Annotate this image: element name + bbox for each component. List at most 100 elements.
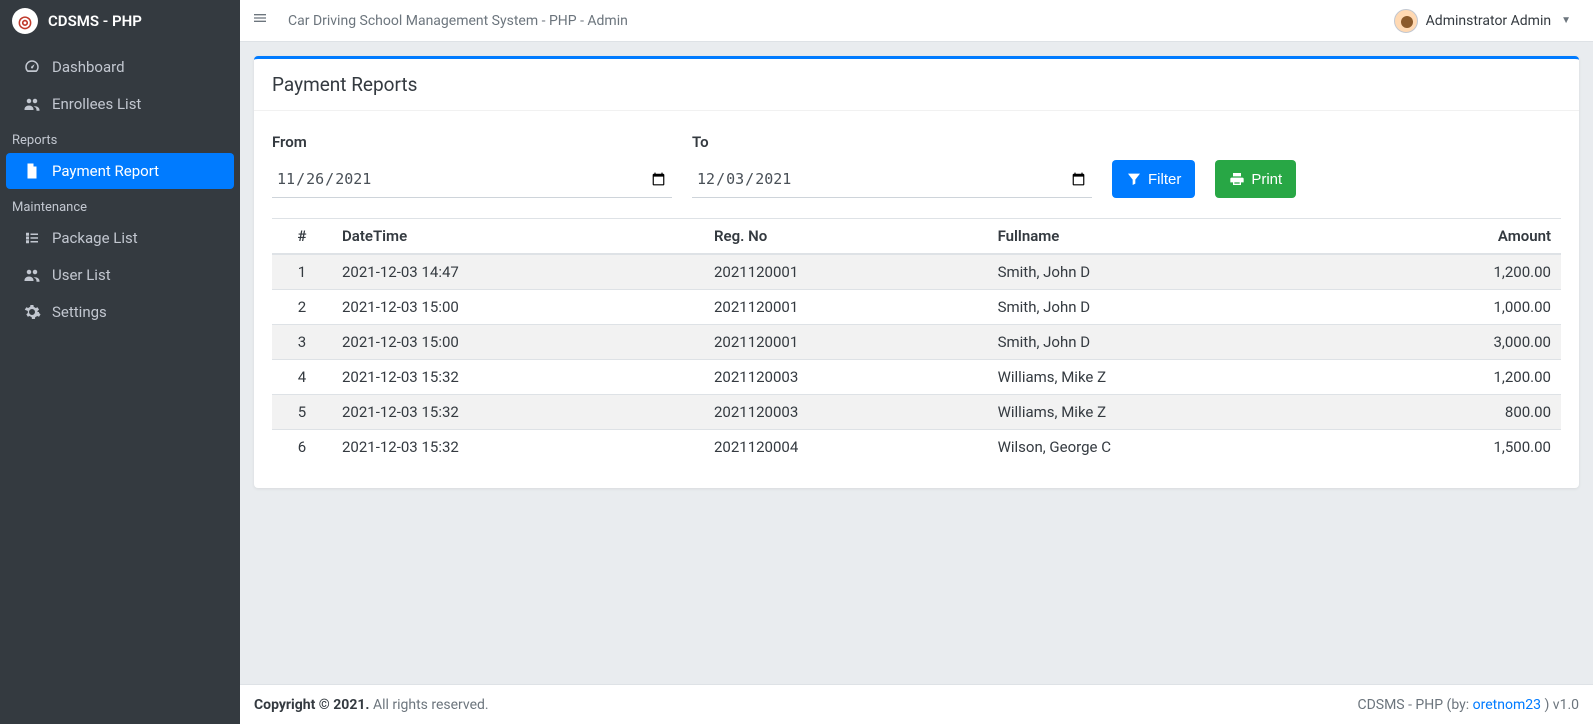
cell-num: 6 <box>272 430 332 465</box>
cell-fullname: Smith, John D <box>988 254 1351 290</box>
th-datetime: DateTime <box>332 219 704 255</box>
sidebar-item-dashboard[interactable]: Dashboard <box>6 49 234 85</box>
th-fullname: Fullname <box>988 219 1351 255</box>
cell-amount: 800.00 <box>1350 395 1561 430</box>
brand-name: CDSMS - PHP <box>48 12 142 30</box>
bars-icon <box>252 10 268 26</box>
topbar-title: Car Driving School Management System - P… <box>288 13 628 29</box>
cell-num: 5 <box>272 395 332 430</box>
filter-button[interactable]: Filter <box>1112 160 1195 198</box>
sidebar-item-enrollees[interactable]: Enrollees List <box>6 86 234 122</box>
to-label: To <box>692 133 1092 151</box>
from-group: From <box>272 133 672 198</box>
card-payment-reports: Payment Reports From To Filter Print <box>254 56 1579 488</box>
sidebar-item-payment-report[interactable]: Payment Report <box>6 153 234 189</box>
list-icon <box>20 229 44 247</box>
users-icon <box>20 95 44 113</box>
sidebar-item-package-list[interactable]: Package List <box>6 220 234 256</box>
footer-right-prefix: CDSMS - PHP (by: <box>1357 697 1472 713</box>
cell-num: 2 <box>272 290 332 325</box>
cell-regno: 2021120003 <box>704 395 988 430</box>
cell-num: 4 <box>272 360 332 395</box>
sidebar-item-settings[interactable]: Settings <box>6 294 234 330</box>
th-amount: Amount <box>1350 219 1561 255</box>
sidebar-nav: Dashboard Enrollees List Reports Payment… <box>0 42 240 331</box>
table-row: 52021-12-03 15:322021120003Williams, Mik… <box>272 395 1561 430</box>
cell-amount: 1,500.00 <box>1350 430 1561 465</box>
sidebar-item-user-list[interactable]: User List <box>6 257 234 293</box>
sidebar-toggle-button[interactable] <box>252 10 268 31</box>
cell-amount: 1,000.00 <box>1350 290 1561 325</box>
cell-datetime: 2021-12-03 14:47 <box>332 254 704 290</box>
cell-datetime: 2021-12-03 15:32 <box>332 360 704 395</box>
cell-num: 3 <box>272 325 332 360</box>
sidebar: ◎ CDSMS - PHP Dashboard Enrollees List R… <box>0 0 240 724</box>
cell-num: 1 <box>272 254 332 290</box>
filter-row: From To Filter Print <box>272 121 1561 206</box>
table-row: 62021-12-03 15:322021120004Wilson, Georg… <box>272 430 1561 465</box>
from-date-input[interactable] <box>272 161 672 198</box>
print-button[interactable]: Print <box>1215 160 1296 198</box>
user-menu[interactable]: Adminstrator Admin ▼ <box>1394 9 1571 33</box>
to-group: To <box>692 133 1092 198</box>
filter-button-label: Filter <box>1148 171 1181 188</box>
footer-copyright: Copyright © 2021. All rights reserved. <box>254 697 489 713</box>
print-button-label: Print <box>1251 171 1282 188</box>
payments-table: # DateTime Reg. No Fullname Amount 12021… <box>272 218 1561 464</box>
topbar: Car Driving School Management System - P… <box>240 0 1593 42</box>
file-icon <box>20 162 44 180</box>
sidebar-item-label: Package List <box>52 229 138 247</box>
sidebar-item-label: Dashboard <box>52 58 125 76</box>
footer-version: CDSMS - PHP (by: oretnom23 ) v1.0 <box>1357 697 1579 713</box>
table-row: 32021-12-03 15:002021120001Smith, John D… <box>272 325 1561 360</box>
cell-regno: 2021120001 <box>704 290 988 325</box>
users-cog-icon <box>20 266 44 284</box>
cell-datetime: 2021-12-03 15:32 <box>332 430 704 465</box>
brand[interactable]: ◎ CDSMS - PHP <box>0 0 240 42</box>
table-row: 22021-12-03 15:002021120001Smith, John D… <box>272 290 1561 325</box>
filter-icon <box>1126 171 1142 187</box>
cell-fullname: Smith, John D <box>988 290 1351 325</box>
user-name: Adminstrator Admin <box>1426 13 1551 29</box>
cell-fullname: Williams, Mike Z <box>988 360 1351 395</box>
cell-regno: 2021120003 <box>704 360 988 395</box>
th-num: # <box>272 219 332 255</box>
table-header-row: # DateTime Reg. No Fullname Amount <box>272 219 1561 255</box>
cell-amount: 3,000.00 <box>1350 325 1561 360</box>
cell-fullname: Williams, Mike Z <box>988 395 1351 430</box>
avatar-icon <box>1394 9 1418 33</box>
sidebar-item-label: Settings <box>52 303 107 321</box>
from-label: From <box>272 133 672 151</box>
cell-datetime: 2021-12-03 15:00 <box>332 290 704 325</box>
table-row: 12021-12-03 14:472021120001Smith, John D… <box>272 254 1561 290</box>
sidebar-section-reports: Reports <box>0 123 240 152</box>
content: Payment Reports From To Filter Print <box>240 42 1593 684</box>
tachometer-icon <box>20 58 44 76</box>
footer-author-link[interactable]: oretnom23 <box>1473 697 1541 713</box>
caret-down-icon: ▼ <box>1561 15 1571 26</box>
cell-fullname: Smith, John D <box>988 325 1351 360</box>
cell-regno: 2021120001 <box>704 325 988 360</box>
table-row: 42021-12-03 15:322021120003Williams, Mik… <box>272 360 1561 395</box>
to-date-input[interactable] <box>692 161 1092 198</box>
brand-logo-icon: ◎ <box>12 8 38 34</box>
cell-regno: 2021120004 <box>704 430 988 465</box>
footer-copyright-rest: All rights reserved. <box>369 697 488 713</box>
sidebar-item-label: Enrollees List <box>52 95 141 113</box>
cell-amount: 1,200.00 <box>1350 254 1561 290</box>
print-icon <box>1229 171 1245 187</box>
cell-datetime: 2021-12-03 15:32 <box>332 395 704 430</box>
th-regno: Reg. No <box>704 219 988 255</box>
sidebar-item-label: User List <box>52 266 111 284</box>
footer-copyright-bold: Copyright © 2021. <box>254 697 369 713</box>
cell-amount: 1,200.00 <box>1350 360 1561 395</box>
footer: Copyright © 2021. All rights reserved. C… <box>240 684 1593 724</box>
sidebar-section-maintenance: Maintenance <box>0 190 240 219</box>
page-title: Payment Reports <box>254 59 1579 111</box>
footer-right-suffix: ) v1.0 <box>1541 697 1579 713</box>
cell-fullname: Wilson, George C <box>988 430 1351 465</box>
cell-regno: 2021120001 <box>704 254 988 290</box>
sidebar-item-label: Payment Report <box>52 162 159 180</box>
gear-icon <box>20 303 44 321</box>
cell-datetime: 2021-12-03 15:00 <box>332 325 704 360</box>
